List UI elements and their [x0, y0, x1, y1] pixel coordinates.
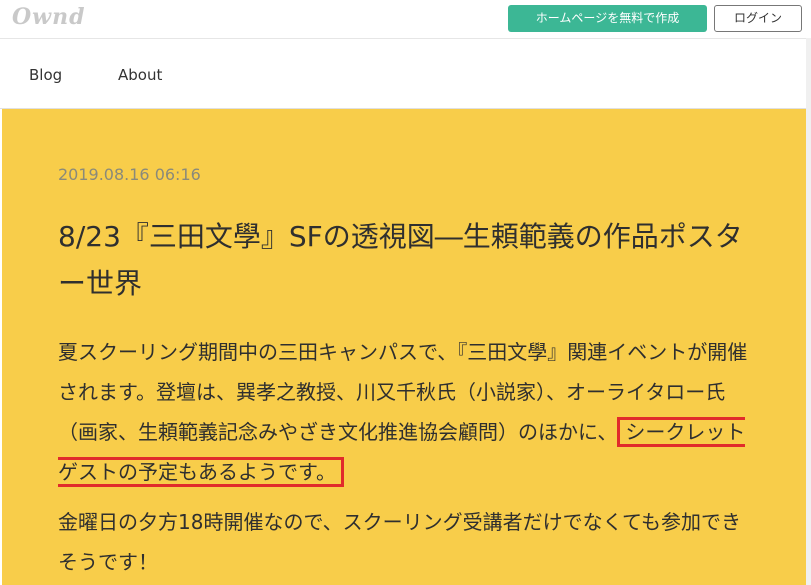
create-homepage-button[interactable]: ホームページを無料で作成 [508, 5, 707, 32]
post-title: 8/23『三田文學』SFの透視図―生頼範義の作品ポスター世界 [58, 220, 743, 300]
post-paragraph-2: 金曜日の夕方18時開催なので、スクーリング受講者だけでなくても参加できそうです！ [58, 510, 742, 574]
site-nav: Blog About [0, 38, 806, 109]
post-paragraph-1: 夏スクーリング期間中の三田キャンパスで、『三田文學』関連イベントが開催されます。… [58, 332, 758, 492]
nav-item-blog[interactable]: Blog [29, 66, 62, 84]
ownd-logo[interactable]: Ownd [12, 4, 85, 30]
post-date: 2019.08.16 06:16 [58, 165, 201, 184]
post-content: 2019.08.16 06:16 8/23『三田文學』SFの透視図―生頼範義の作… [2, 109, 806, 585]
top-bar: Ownd ホームページを無料で作成 ログイン [0, 0, 811, 38]
scrollbar-track[interactable] [806, 38, 811, 585]
nav-item-about[interactable]: About [118, 66, 162, 84]
login-button[interactable]: ログイン [714, 5, 802, 32]
